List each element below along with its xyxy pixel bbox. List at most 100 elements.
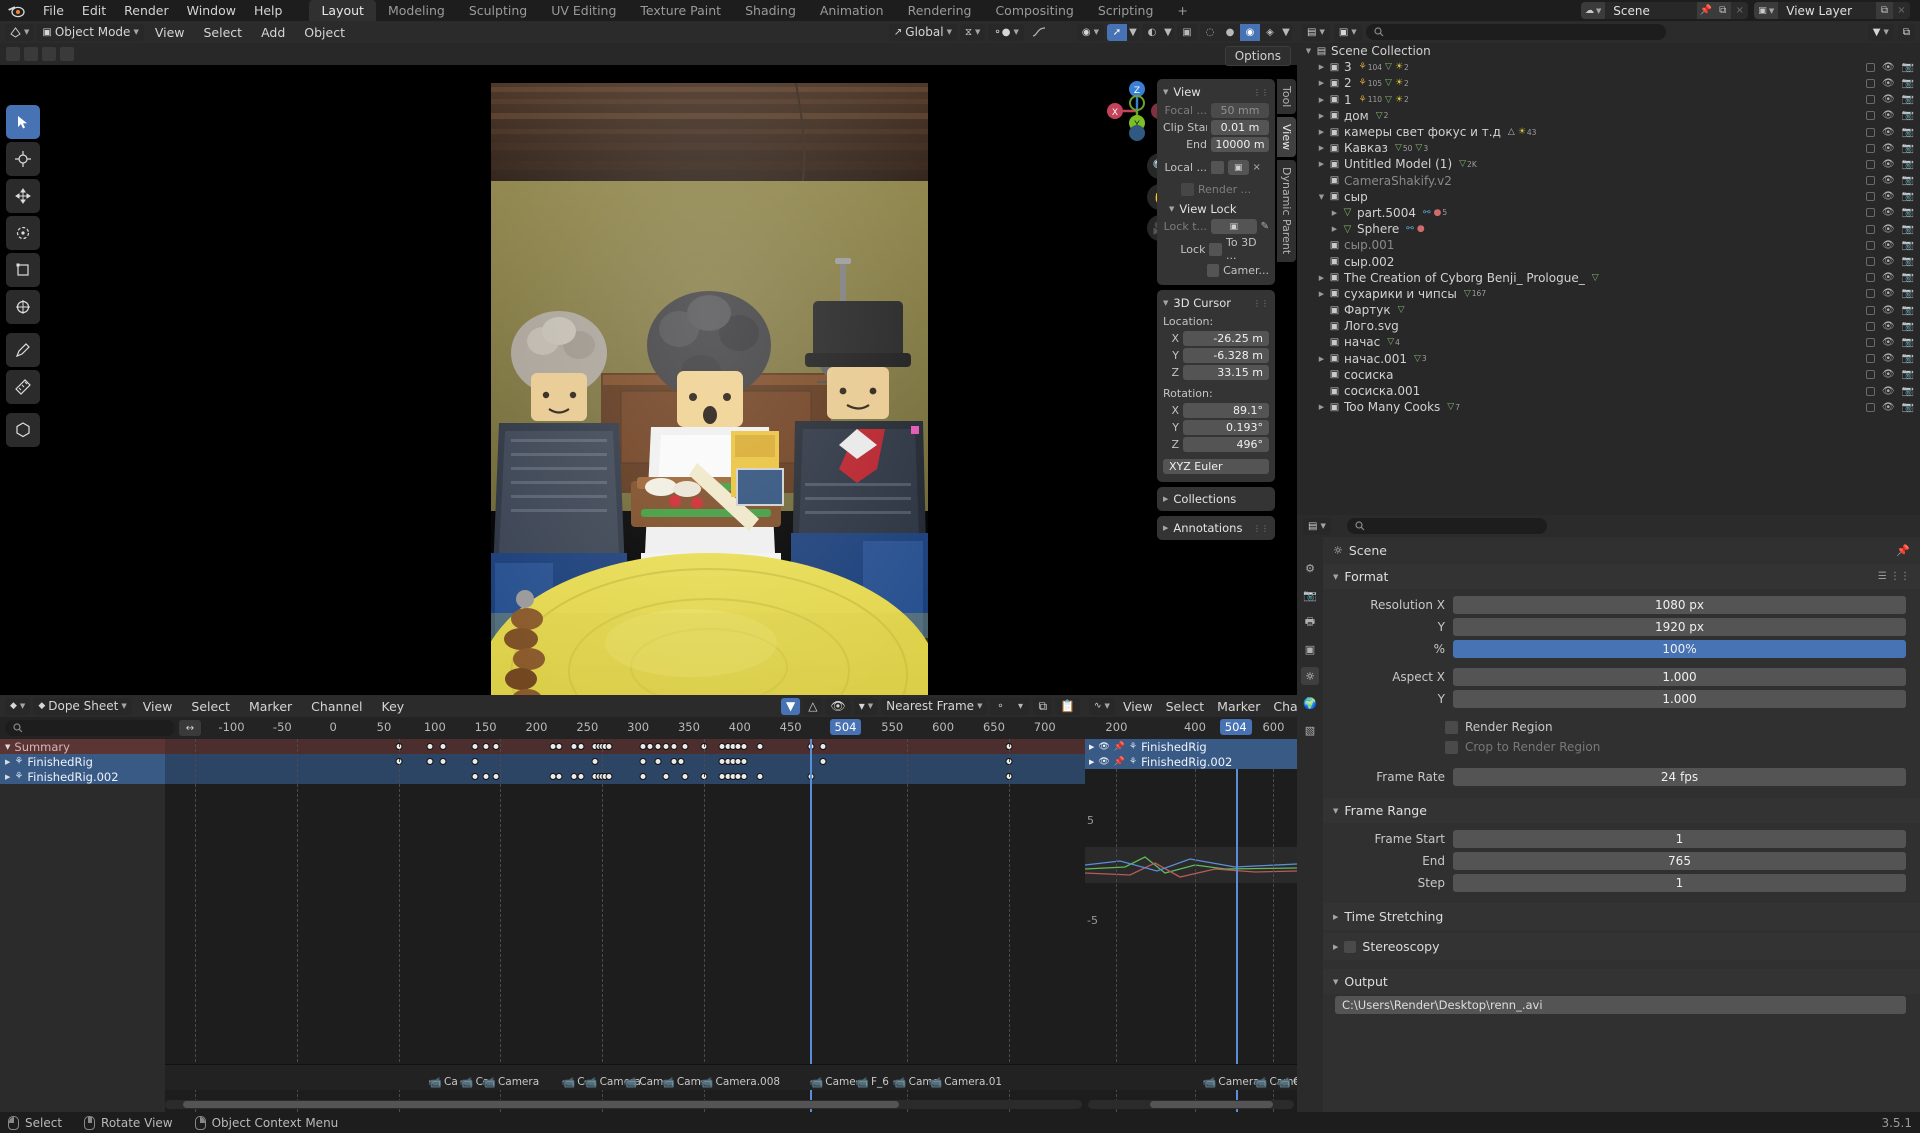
properties-tab-tool[interactable]: ⚙ [1301, 559, 1319, 577]
graph-playhead[interactable] [1235, 739, 1238, 1112]
outliner-editor[interactable]: ▤ ▼ ▣ ▼ ▼ ▼ ⧉ ▼ ▤ Scene Collection ▶ ▣ 3 ⚘ 104 ▽… [1297, 21, 1920, 515]
outliner-item-label[interactable]: сыр [1342, 190, 1368, 204]
keyframe[interactable] [605, 773, 613, 780]
graph-timeline-marker[interactable]: 📹Ca [1277, 1076, 1297, 1088]
outliner-row[interactable]: ▣ сыр.001 👁 📷 [1297, 237, 1920, 253]
outliner-item-label[interactable]: Untitled Model (1) [1342, 157, 1452, 171]
menu-window[interactable]: Window [178, 1, 245, 20]
drag-grip-icon[interactable]: ⋮⋮ [1253, 88, 1269, 97]
keyframe[interactable] [740, 743, 748, 750]
outliner-row[interactable]: ▶ ▣ 1 ⚘ 110 ▽ ☀ 2 👁 📷 [1297, 92, 1920, 108]
viewport-menu-add[interactable]: Add [253, 24, 293, 41]
menu-edit[interactable]: Edit [73, 1, 115, 20]
frame-step-value[interactable]: 1 [1453, 874, 1906, 892]
viewlayer-new-icon[interactable]: ⧉ [1876, 2, 1893, 19]
dopesheet-only-show-selected-icon[interactable]: △ [803, 697, 823, 715]
snap-toggle[interactable]: ⧖ ▼ [959, 23, 986, 41]
hide-in-viewport-icon[interactable]: 👁 [1882, 272, 1895, 283]
outliner-tree[interactable]: ▼ ▤ Scene Collection ▶ ▣ 3 ⚘ 104 ▽ ☀ 2 👁 📷 ▶ ▣ 2 ⚘ 105… [1297, 43, 1920, 515]
outliner-item-label[interactable]: начас [1342, 335, 1380, 349]
disable-in-renders-icon[interactable]: 📷 [1902, 288, 1914, 299]
overlay-dropdown-icon[interactable]: ▼ [1162, 24, 1174, 41]
workspace-tab-compositing[interactable]: Compositing [983, 0, 1085, 21]
keyframe[interactable] [439, 758, 447, 765]
editor-type-selector[interactable]: ▼ [5, 23, 35, 41]
disable-in-renders-icon[interactable]: 📷 [1902, 94, 1914, 105]
blender-logo-icon[interactable] [6, 3, 26, 19]
clip-start-value[interactable]: 0.01 m [1211, 120, 1269, 135]
keyframe[interactable] [577, 773, 585, 780]
outliner-checkbox[interactable] [1865, 208, 1875, 218]
keyframe[interactable] [639, 758, 647, 765]
shading-material-icon[interactable]: ◉ [1240, 23, 1260, 41]
disable-in-renders-icon[interactable]: 📷 [1902, 240, 1914, 251]
dope-sheet-channel-list[interactable]: ▼ Summary ▶ ⚘ FinishedRig ▶ ⚘ FinishedRig.002 [0, 739, 165, 1112]
properties-search-input[interactable] [1346, 518, 1547, 534]
timeline-marker[interactable]: 📹 Cam [624, 1076, 664, 1088]
outliner-row[interactable]: ▣ Лого.svg 👁 📷 [1297, 318, 1920, 334]
hide-in-viewport-icon[interactable]: 👁 [1882, 175, 1895, 186]
cursor-rot-y-value[interactable]: 0.193° [1183, 420, 1269, 435]
render-region-checkbox[interactable] [1181, 183, 1194, 196]
hide-in-viewport-icon[interactable]: 👁 [1882, 240, 1895, 251]
hide-in-viewport-icon[interactable]: 👁 [1882, 94, 1895, 105]
tool-annotate-button[interactable] [6, 333, 40, 367]
outliner-checkbox[interactable] [1865, 78, 1875, 88]
outliner-checkbox[interactable] [1865, 224, 1875, 234]
outliner-item-label[interactable]: сыр.002 [1342, 255, 1394, 269]
chevron-right-icon[interactable]: ▶ [5, 758, 10, 766]
dopesheet-mode-selector[interactable]: ◆ Dope Sheet ▼ [33, 697, 132, 715]
outliner-root-row[interactable]: ▼ ▤ Scene Collection [1297, 43, 1920, 59]
chevron-right-icon[interactable]: ▶ [1316, 355, 1327, 363]
hide-in-viewport-icon[interactable]: 👁 [1882, 353, 1895, 364]
viewport-options-button[interactable]: Options [1224, 46, 1291, 66]
visibility-icon[interactable]: 👁 [1098, 757, 1109, 767]
hide-in-viewport-icon[interactable]: 👁 [1882, 127, 1895, 138]
outliner-checkbox[interactable] [1865, 257, 1875, 267]
disable-in-renders-icon[interactable]: 📷 [1902, 256, 1914, 267]
dopesheet-channel[interactable]: ▼ Summary [0, 739, 165, 754]
outliner-checkbox[interactable] [1865, 240, 1875, 250]
render-region-checkbox[interactable] [1445, 720, 1458, 734]
chevron-right-icon[interactable]: ▶ [1316, 403, 1327, 411]
workspace-tab-uv-editing[interactable]: UV Editing [539, 0, 628, 21]
keyframe[interactable] [819, 758, 827, 765]
lock-to-field[interactable]: ▣ [1211, 219, 1257, 234]
tool-tweak-button[interactable] [6, 105, 40, 139]
outliner-checkbox[interactable] [1865, 386, 1875, 396]
workspace-tab-add[interactable]: + [1165, 0, 1199, 21]
outliner-row[interactable]: ▶ ▣ сухарики и чипсы ▽ 167 👁 📷 [1297, 286, 1920, 302]
view-lock-header[interactable]: ▼ View Lock [1157, 197, 1275, 218]
outliner-checkbox[interactable] [1865, 402, 1875, 412]
output-path-value[interactable]: C:\Users\Render\Desktop\renn_.avi [1335, 996, 1906, 1014]
dopesheet-menu-select[interactable]: Select [183, 698, 238, 715]
tool-measure-button[interactable] [6, 370, 40, 404]
visibility-icon[interactable]: 👁 [1098, 742, 1109, 752]
chevron-right-icon[interactable]: ▶ [1316, 290, 1327, 298]
chevron-right-icon[interactable]: ▶ [1316, 128, 1327, 136]
keyframe[interactable] [605, 743, 613, 750]
keyframe[interactable] [639, 773, 647, 780]
playhead[interactable] [809, 739, 812, 1112]
chevron-right-icon[interactable]: ▶ [1329, 225, 1340, 233]
cursor-loc-z-value[interactable]: 33.15 m [1183, 365, 1269, 380]
properties-tab-view-layer[interactable]: ▣ [1301, 640, 1319, 658]
graph-curve-area[interactable]: 50-5 [1085, 739, 1297, 1112]
output-section-header[interactable]: ▼ Output [1323, 969, 1920, 994]
hide-in-viewport-icon[interactable]: 👁 [1882, 78, 1895, 89]
chevron-right-icon[interactable]: ▶ [1329, 209, 1340, 217]
timeline-marker[interactable]: 📹 Camera.01 [929, 1076, 1003, 1088]
dope-sheet-keyframe-area[interactable] [165, 739, 1085, 1112]
outliner-checkbox[interactable] [1865, 62, 1875, 72]
viewport-menu-select[interactable]: Select [196, 24, 251, 41]
dope-sheet-horizontal-scrollbar[interactable] [165, 1100, 1082, 1109]
hide-in-viewport-icon[interactable]: 👁 [1882, 143, 1895, 154]
sidebar-tab-tool[interactable]: Tool [1277, 79, 1296, 115]
keyframe[interactable] [670, 743, 678, 750]
dopesheet-channel[interactable]: ▶ ⚘ FinishedRig.002 [0, 769, 165, 784]
chevron-down-icon[interactable]: ▼ [1316, 193, 1327, 201]
keyframe[interactable] [570, 743, 578, 750]
properties-pin-icon[interactable]: 📌 [1896, 544, 1910, 557]
dope-sheet-ruler[interactable]: -100 -50 0 50 100 150 200 250 300 350 400 450 550 600… [201, 717, 1107, 739]
collections-panel-header[interactable]: ▶ Collections [1157, 487, 1275, 511]
